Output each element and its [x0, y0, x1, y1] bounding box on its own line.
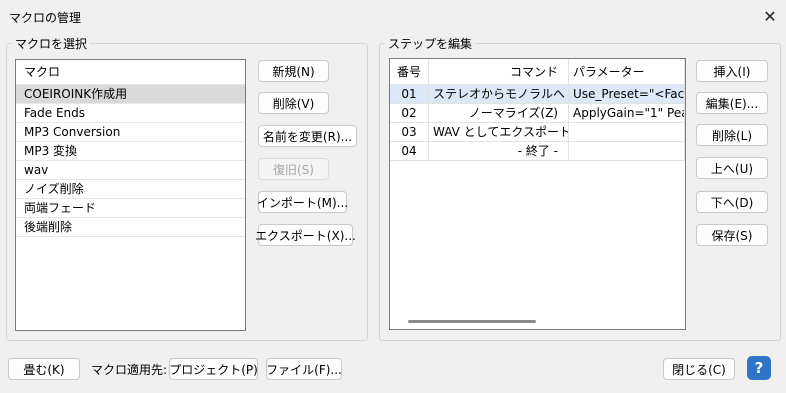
step-command-cell: ノーマライズ(Z)	[429, 104, 569, 123]
step-grid-header: 番号 コマンド パラメーター	[390, 59, 685, 85]
close-button[interactable]: 閉じる(C)	[663, 358, 735, 380]
column-header-params[interactable]: パラメーター	[569, 59, 685, 85]
macro-list-item[interactable]: 両端フェード	[16, 199, 245, 218]
restore-macro-button[interactable]: 復旧(S)	[258, 158, 329, 180]
step-num-cell: 03	[390, 123, 429, 142]
close-icon[interactable]: ✕	[756, 4, 784, 28]
step-row[interactable]: 03WAV としてエクスポート(W)	[390, 123, 685, 142]
column-header-command[interactable]: コマンド	[429, 59, 569, 85]
window-title: マクロの管理	[9, 11, 82, 25]
delete-macro-button[interactable]: 削除(V)	[258, 92, 329, 114]
macro-list-item[interactable]: Fade Ends	[16, 104, 245, 123]
step-row[interactable]: 01ステレオからモノラルへUse_Preset="<Factor	[390, 85, 685, 104]
edit-step-button[interactable]: 編集(E)...	[696, 92, 768, 114]
move-up-button[interactable]: 上へ(U)	[696, 157, 768, 179]
column-header-num[interactable]: 番号	[390, 59, 429, 85]
rename-macro-button[interactable]: 名前を変更(R)...	[258, 125, 357, 147]
macro-list-item[interactable]: MP3 Conversion	[16, 123, 245, 142]
step-num-cell: 04	[390, 142, 429, 161]
step-row[interactable]: 04- 終了 -	[390, 142, 685, 161]
move-down-button[interactable]: 下へ(D)	[696, 191, 768, 213]
step-params-cell	[569, 123, 685, 142]
macro-list-item[interactable]: 後端削除	[16, 218, 245, 237]
macro-list-header: マクロ	[16, 60, 245, 85]
save-step-button[interactable]: 保存(S)	[696, 224, 768, 246]
title-bar: マクロの管理 ✕	[0, 0, 786, 32]
step-command-cell: ステレオからモノラルへ	[429, 85, 569, 104]
step-num-cell: 01	[390, 85, 429, 104]
macro-list-item[interactable]: COEIROINK作成用	[16, 85, 245, 104]
export-macro-button[interactable]: エクスポート(X)...	[255, 224, 356, 246]
step-num-cell: 02	[390, 104, 429, 123]
macro-list-rows: COEIROINK作成用 Fade Ends MP3 Conversion MP3 変…	[16, 85, 245, 237]
new-macro-button[interactable]: 新規(N)	[258, 60, 329, 82]
step-edit-group-label: ステップを編集	[385, 37, 476, 51]
step-params-cell	[569, 142, 685, 161]
delete-step-button[interactable]: 削除(L)	[696, 124, 768, 146]
step-grid[interactable]: 番号 コマンド パラメーター 01 ステレオからモノラルへ Use_Preset="…	[389, 58, 686, 330]
step-params-cell: ApplyGain="1" Peak	[569, 104, 685, 123]
macro-list-item[interactable]: ノイズ削除	[16, 180, 245, 199]
apply-to-label: マクロ適用先:	[91, 363, 168, 377]
macro-select-group-label: マクロを選択	[12, 37, 91, 51]
step-command-cell: WAV としてエクスポート(W)	[429, 123, 569, 142]
apply-to-project-button[interactable]: プロジェクト(P)	[169, 358, 258, 380]
help-icon[interactable]: ?	[747, 356, 771, 380]
horizontal-scrollbar-thumb[interactable]	[408, 320, 536, 323]
insert-step-button[interactable]: 挿入(I)	[696, 60, 768, 82]
step-params-cell: Use_Preset="<Factor	[569, 85, 685, 104]
step-command-cell: - 終了 -	[429, 142, 569, 161]
macro-list-item[interactable]: wav	[16, 161, 245, 180]
step-row[interactable]: 02 ノーマライズ(Z) ApplyGain="1" Peak	[390, 104, 685, 123]
macro-list[interactable]: マクロ COEIROINK作成用 Fade Ends MP3 Conversion M…	[15, 59, 246, 331]
import-macro-button[interactable]: インポート(M)...	[257, 191, 348, 213]
macro-list-item[interactable]: MP3 変換	[16, 142, 245, 161]
collapse-button[interactable]: 畳む(K)	[8, 358, 80, 380]
apply-to-file-button[interactable]: ファイル(F)...	[266, 358, 342, 380]
